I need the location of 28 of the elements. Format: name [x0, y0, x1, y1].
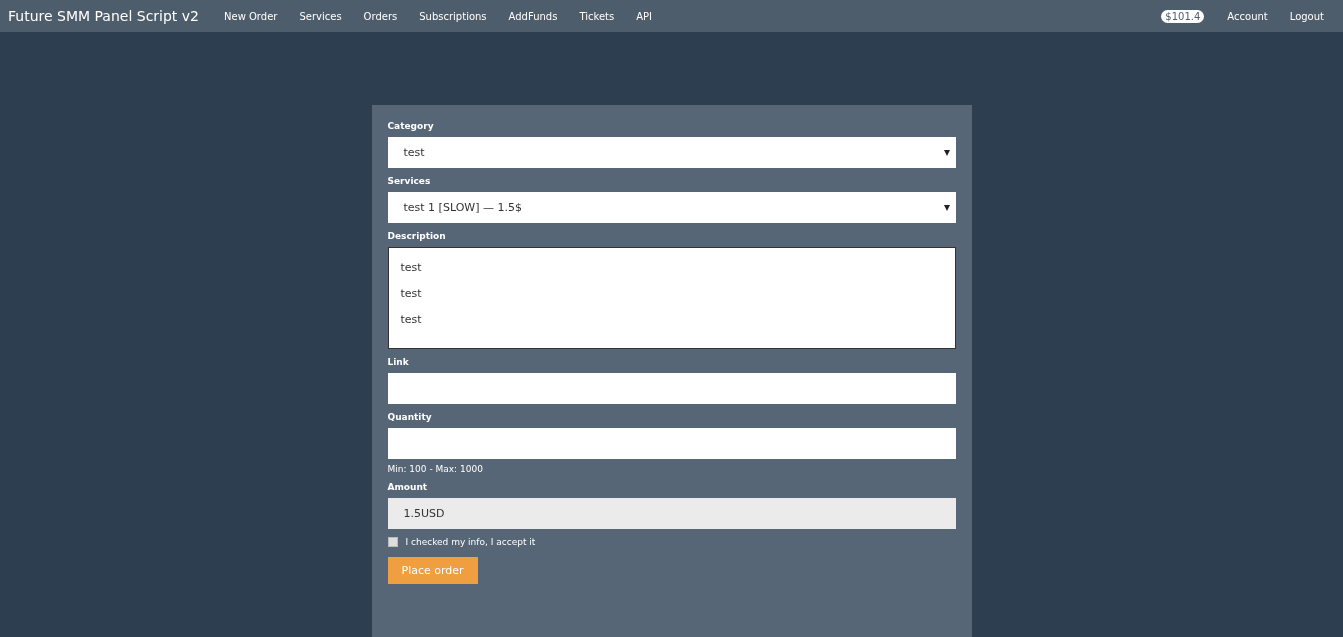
balance-badge: $101.4: [1161, 9, 1205, 23]
field-label: Description: [387, 231, 447, 241]
field-label: Services: [387, 176, 432, 186]
select-field[interactable]: test: [387, 137, 956, 168]
nav-link[interactable]: New Order: [213, 10, 289, 22]
nav-link[interactable]: Orders: [352, 10, 409, 22]
nav-link[interactable]: Logout: [1278, 10, 1335, 22]
amount-field[interactable]: 1.5USD: [387, 498, 956, 529]
field-label: Amount: [387, 482, 429, 492]
field-label: Category: [387, 121, 435, 131]
nav-link[interactable]: Account: [1216, 10, 1279, 22]
caret-icon: [943, 204, 950, 211]
nav-link[interactable]: Subscriptions: [408, 10, 498, 22]
textarea-field[interactable]: test test test: [387, 247, 956, 349]
nav-link[interactable]: Services: [288, 10, 353, 22]
checkbox-label: I checked my info, I accept it: [405, 537, 536, 547]
caret-icon: [943, 149, 950, 156]
brand-title[interactable]: Future SMM Panel Script v2: [8, 8, 199, 24]
input-field[interactable]: [387, 428, 956, 459]
select-field[interactable]: test 1 [SLOW] — 1.5$: [387, 192, 956, 223]
field-label: Quantity: [387, 412, 433, 422]
checkbox[interactable]: [387, 537, 398, 547]
nav-link[interactable]: API: [625, 10, 663, 22]
input-field[interactable]: [387, 373, 956, 404]
nav-link[interactable]: AddFunds: [497, 10, 569, 22]
help-text: Min: 100 - Max: 1000: [387, 464, 484, 474]
field-label: Link: [387, 357, 410, 367]
nav-link[interactable]: Tickets: [568, 10, 626, 22]
